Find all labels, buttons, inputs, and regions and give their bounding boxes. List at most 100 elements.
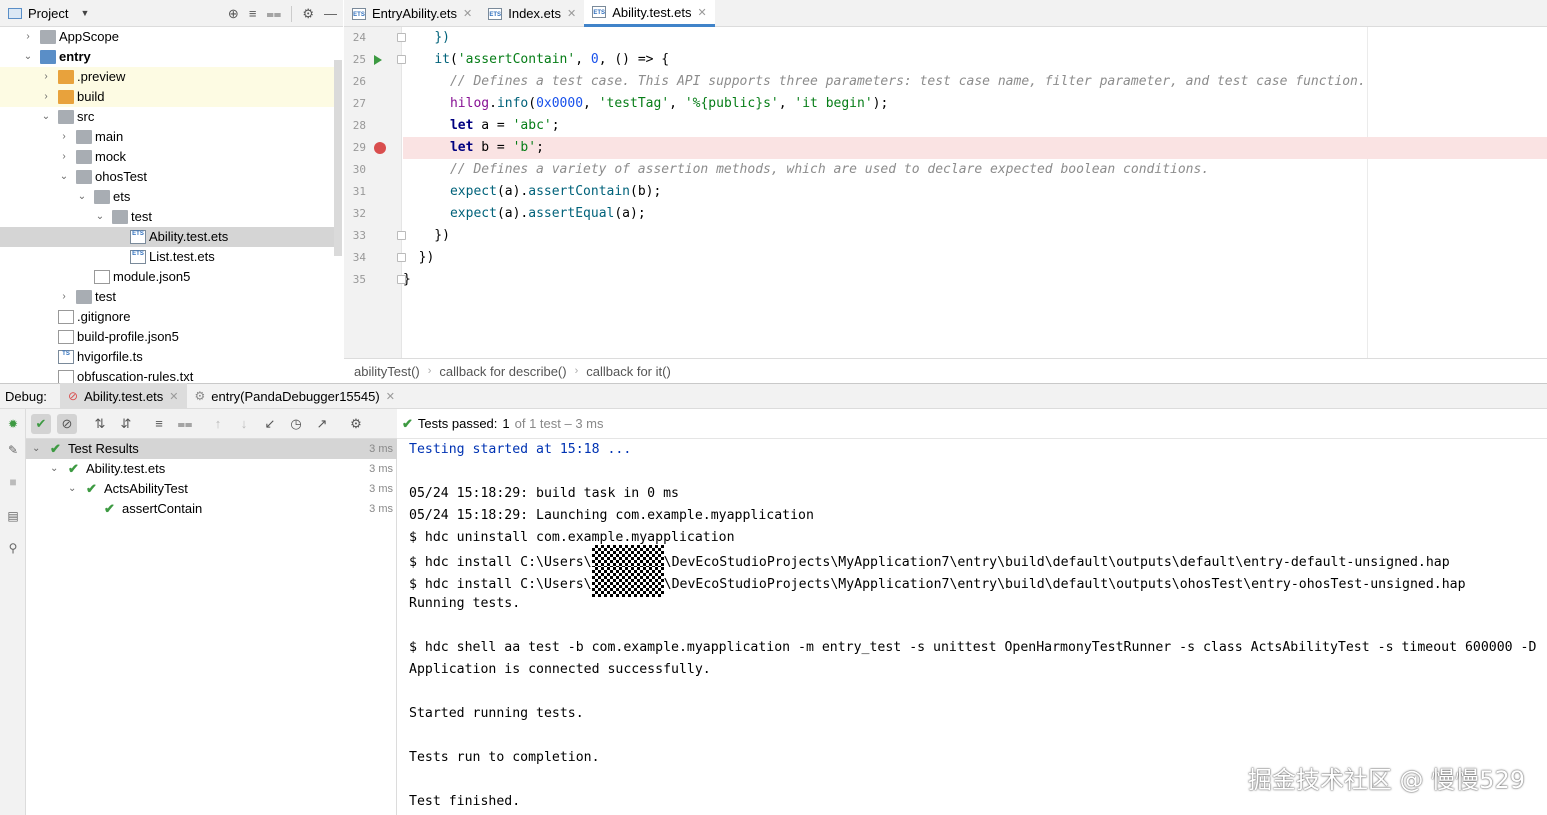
- scrollbar[interactable]: [334, 60, 342, 256]
- folder-icon: [94, 190, 110, 204]
- code-line-30: // Defines a variety of assertion method…: [449, 162, 1210, 177]
- console-line: Testing started at 15:18 ...: [409, 439, 631, 461]
- tab-entryability[interactable]: ETS EntryAbility.ets ✕: [344, 0, 480, 27]
- run-test-icon[interactable]: [374, 55, 382, 65]
- chevron-right-icon[interactable]: ›: [58, 127, 70, 147]
- tree-item[interactable]: ⌄ src: [0, 107, 334, 127]
- breadcrumb-item[interactable]: abilityTest(): [354, 364, 420, 379]
- arrow-up-icon[interactable]: ↑: [208, 414, 228, 434]
- breadcrumb-item[interactable]: callback for it(): [586, 364, 671, 379]
- tree-item[interactable]: › .preview: [0, 67, 334, 87]
- test-toolbar: ✔ ⊘ ⇅ ⇵ ≡ ⩵ ↑ ↓ ↙ ◷ ↗ ⚙: [26, 409, 397, 439]
- chevron-down-icon[interactable]: ⌄: [58, 167, 70, 187]
- code-line-27: hilog.info(0x0000, 'testTag', '%{public}…: [449, 96, 889, 111]
- collapse-all-icon[interactable]: ⩵: [175, 414, 195, 434]
- console-text: Application is connected successfully.: [409, 662, 711, 677]
- close-icon[interactable]: ✕: [567, 7, 576, 20]
- chevron-right-icon[interactable]: ›: [40, 67, 52, 87]
- layout-icon[interactable]: ▤: [5, 509, 21, 523]
- history-icon[interactable]: ◷: [286, 414, 306, 434]
- sort-alpha-icon[interactable]: ⇅: [90, 414, 110, 434]
- line-number: 24: [352, 31, 366, 44]
- chevron-right-icon[interactable]: ›: [40, 87, 52, 107]
- close-icon[interactable]: ✕: [463, 7, 472, 20]
- folder-icon: [76, 150, 92, 164]
- pin-icon[interactable]: ⚲: [5, 541, 21, 555]
- gear-icon[interactable]: ⚙: [346, 414, 366, 434]
- project-title[interactable]: Project: [28, 6, 68, 21]
- gear-icon[interactable]: ⚙: [302, 6, 314, 22]
- chevron-down-icon[interactable]: ⌄: [40, 107, 52, 127]
- tree-item[interactable]: › test: [0, 287, 334, 307]
- test-result-row[interactable]: ⌄ ✔ Ability.test.ets 3 ms: [26, 459, 397, 479]
- test-result-label: Test Results: [68, 441, 139, 456]
- tree-item-label: ohosTest: [95, 169, 148, 184]
- wrench-icon[interactable]: ✎: [5, 443, 21, 457]
- tree-item[interactable]: build-profile.json5: [0, 327, 334, 347]
- code-line-29: let b = 'b';: [403, 137, 1547, 159]
- tab-debug-ability-test[interactable]: ⊘ Ability.test.ets ✕: [60, 383, 187, 409]
- tree-item[interactable]: › build: [0, 87, 334, 107]
- code-editor[interactable]: 24 25 26 27 28 29 30 31 32 33 34 35 }) i…: [344, 27, 1547, 358]
- console-output[interactable]: Testing started at 15:18 ... 05/24 15:18:…: [397, 439, 1547, 815]
- tree-item-label: build-profile.json5: [77, 329, 179, 344]
- tree-item[interactable]: ⌄ test: [0, 207, 334, 227]
- sort-duration-icon[interactable]: ⇵: [116, 414, 136, 434]
- hide-icon[interactable]: —: [324, 6, 337, 21]
- chevron-down-icon[interactable]: ⌄: [22, 47, 34, 67]
- tree-item[interactable]: obfuscation-rules.txt: [0, 367, 334, 383]
- chevron-down-icon[interactable]: ⌄: [50, 459, 58, 479]
- line-number: 35: [352, 273, 366, 286]
- folder-icon: [40, 30, 56, 44]
- expand-all-icon[interactable]: ≡: [249, 6, 257, 21]
- test-result-row[interactable]: ⌄ ✔ ActsAbilityTest 3 ms: [26, 479, 397, 499]
- close-icon[interactable]: ✕: [169, 390, 178, 403]
- stop-icon[interactable]: ■: [5, 475, 21, 489]
- editor-gutter[interactable]: 24 25 26 27 28 29 30 31 32 33 34 35: [344, 27, 406, 358]
- show-ignored-icon[interactable]: ⊘: [57, 414, 77, 434]
- tree-item[interactable]: ⌄ ohosTest: [0, 167, 334, 187]
- export-icon[interactable]: ↗: [312, 414, 332, 434]
- tree-item[interactable]: module.json5: [0, 267, 334, 287]
- project-panel: Project ▼ ⊕ ≡ ⩵ ⚙ — › AppScope ⌄ entry › .pre…: [0, 0, 343, 383]
- collapse-all-icon[interactable]: ⩵: [266, 6, 281, 22]
- test-result-row[interactable]: ✔ assertContain 3 ms: [26, 499, 397, 519]
- chevron-down-icon[interactable]: ⌄: [76, 187, 88, 207]
- arrow-down-icon[interactable]: ↓: [234, 414, 254, 434]
- tree-item[interactable]: TS hvigorfile.ts: [0, 347, 334, 367]
- tree-item-label: build: [77, 89, 105, 104]
- tab-debug-panda[interactable]: ⚙ entry(PandaDebugger15545) ✕: [187, 383, 403, 409]
- tab-index[interactable]: ETS Index.ets ✕: [480, 0, 584, 27]
- tab-ability-test[interactable]: ETS Ability.test.ets ✕: [584, 0, 715, 27]
- tree-item[interactable]: › main: [0, 127, 334, 147]
- folder-icon: [76, 130, 92, 144]
- tree-item-label: List.test.ets: [149, 249, 215, 264]
- breadcrumb-item[interactable]: callback for describe(): [439, 364, 566, 379]
- test-result-row[interactable]: ⌄ ✔ Test Results 3 ms: [26, 439, 397, 459]
- show-passed-icon[interactable]: ✔: [31, 414, 51, 434]
- chevron-down-icon[interactable]: ⌄: [94, 207, 106, 227]
- ets-file-icon: ETS: [592, 6, 607, 18]
- tab-label: Ability.test.ets: [84, 388, 164, 404]
- tree-item[interactable]: ETS List.test.ets: [0, 247, 334, 267]
- chevron-down-icon[interactable]: ⌄: [32, 439, 40, 459]
- tree-item[interactable]: .gitignore: [0, 307, 334, 327]
- breakpoint-icon[interactable]: [374, 142, 386, 154]
- bug-icon[interactable]: ✹: [5, 417, 21, 431]
- expand-all-icon[interactable]: ≡: [149, 414, 169, 434]
- close-icon[interactable]: ✕: [697, 6, 706, 19]
- chevron-down-icon[interactable]: ⌄: [68, 479, 76, 499]
- import-icon[interactable]: ↙: [260, 414, 280, 434]
- close-icon[interactable]: ✕: [386, 390, 395, 403]
- chevron-right-icon[interactable]: ›: [22, 27, 34, 47]
- chevron-right-icon[interactable]: ›: [58, 147, 70, 167]
- locate-icon[interactable]: ⊕: [228, 6, 239, 22]
- chevron-down-icon[interactable]: ▼: [80, 8, 89, 18]
- chevron-right-icon[interactable]: ›: [58, 287, 70, 307]
- tree-item[interactable]: ETS Ability.test.ets: [0, 227, 334, 247]
- tree-item[interactable]: ⌄ ets: [0, 187, 334, 207]
- tree-item[interactable]: › mock: [0, 147, 334, 167]
- tree-item[interactable]: ⌄ entry: [0, 47, 334, 67]
- tree-item[interactable]: › AppScope: [0, 27, 334, 47]
- console-line: 05/24 15:18:29: Launching com.example.my…: [409, 505, 814, 527]
